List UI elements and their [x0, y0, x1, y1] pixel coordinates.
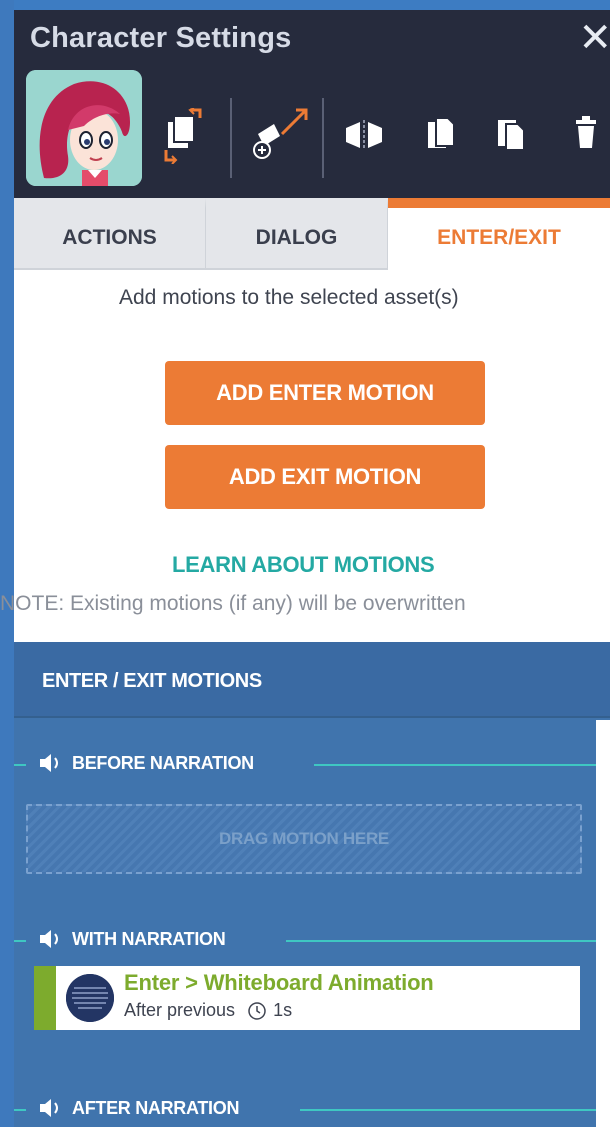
motions-panel: ENTER / EXIT MOTIONS BEFORE NARRATION DR…	[14, 642, 610, 1127]
motion-item[interactable]: Enter > Whiteboard Animation After previ…	[34, 966, 580, 1030]
close-icon[interactable]: ✕	[578, 18, 610, 58]
with-narration-section: WITH NARRATION Enter > Whiteboard Animat…	[14, 926, 596, 1030]
settings-tabs: ACTIONS DIALOG ENTER/EXIT	[14, 198, 610, 270]
settings-header: Character Settings ✕	[14, 10, 610, 206]
flip-horizontal-icon[interactable]	[342, 120, 388, 155]
section-divider	[14, 764, 26, 766]
add-exit-motion-button[interactable]: ADD EXIT MOTION	[165, 445, 485, 509]
section-divider	[286, 940, 596, 942]
section-label: BEFORE NARRATION	[38, 752, 254, 774]
section-divider	[300, 1109, 596, 1111]
section-divider	[314, 764, 596, 766]
section-divider	[14, 1109, 26, 1111]
speaker-icon	[40, 930, 58, 948]
section-label: AFTER NARRATION	[38, 1097, 239, 1119]
motion-thumbnail	[66, 974, 114, 1022]
copy-icon[interactable]	[426, 116, 456, 157]
drag-motion-dropzone[interactable]: DRAG MOTION HERE	[26, 804, 582, 874]
toolbar-separator	[322, 98, 324, 178]
overwrite-note: NOTE: Existing motions (if any) will be …	[0, 592, 466, 615]
before-narration-section: BEFORE NARRATION	[14, 750, 596, 780]
delete-icon[interactable]	[574, 114, 598, 155]
motion-timing: After previous 1s	[124, 1000, 292, 1021]
tab-enter-exit[interactable]: ENTER/EXIT	[388, 198, 610, 270]
panel-title: Character Settings	[30, 22, 292, 54]
window-left-strip	[0, 0, 14, 1127]
tab-dialog[interactable]: DIALOG	[206, 198, 388, 270]
section-divider	[14, 940, 26, 942]
motions-panel-header: ENTER / EXIT MOTIONS	[14, 642, 610, 718]
character-avatar[interactable]	[26, 70, 142, 186]
panel-scrollbar[interactable]	[596, 720, 610, 1127]
motion-title: Enter > Whiteboard Animation	[124, 970, 434, 995]
add-enter-motion-button[interactable]: ADD ENTER MOTION	[165, 361, 485, 425]
after-narration-section: AFTER NARRATION	[14, 1095, 596, 1125]
motion-duration: 1s	[273, 1000, 293, 1020]
section-label: WITH NARRATION	[38, 928, 226, 950]
clock-icon	[248, 1001, 266, 1020]
tab-actions[interactable]: ACTIONS	[14, 198, 206, 270]
toolbar-separator	[230, 98, 232, 178]
learn-about-motions-link[interactable]: LEARN ABOUT MOTIONS	[172, 552, 435, 578]
speaker-icon	[40, 1099, 58, 1117]
motions-panel-title: ENTER / EXIT MOTIONS	[42, 670, 262, 692]
replace-asset-icon[interactable]	[250, 106, 312, 171]
motion-timing-label: After previous	[124, 1000, 236, 1020]
swap-character-icon[interactable]	[164, 107, 202, 169]
window-top-strip	[0, 0, 610, 10]
paste-icon[interactable]	[496, 116, 526, 157]
motion-description: Add motions to the selected asset(s)	[119, 286, 459, 309]
speaker-icon	[40, 754, 58, 772]
